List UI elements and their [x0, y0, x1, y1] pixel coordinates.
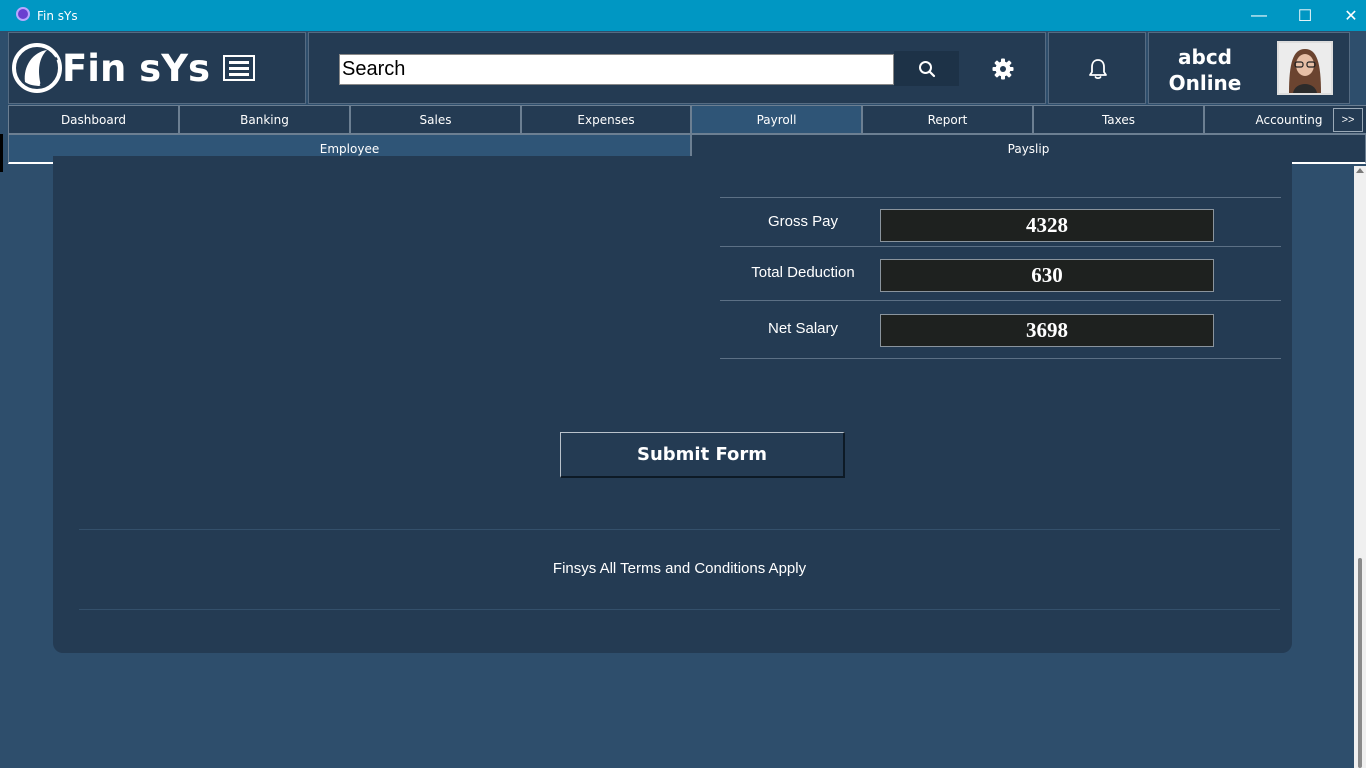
menu-icon-bar [229, 72, 249, 76]
settings-button[interactable] [987, 53, 1019, 85]
menu-button[interactable] [223, 55, 255, 81]
tab-dashboard[interactable]: Dashboard [8, 105, 179, 134]
tab-payroll[interactable]: Payroll [691, 105, 862, 134]
tab-banking[interactable]: Banking [179, 105, 350, 134]
main-tabs: Dashboard Banking Sales Expenses Payroll… [8, 105, 1366, 134]
logo-panel: Fin sYs [8, 32, 306, 104]
divider [720, 197, 1281, 198]
footer-divider [79, 529, 1280, 530]
tabs-more-button[interactable]: >> [1333, 108, 1363, 132]
submit-form-button[interactable]: Submit Form [560, 432, 845, 478]
user-name: abcd [1178, 45, 1232, 69]
app-header: Fin sYs Search abcd Online [0, 31, 1366, 104]
notifications-button[interactable] [1082, 53, 1114, 85]
user-status: Online [1168, 71, 1242, 95]
total-deduction-field[interactable]: 630 [880, 259, 1214, 292]
window-titlebar: Fin sYs — ☐ ✕ [0, 0, 1366, 31]
net-salary-field[interactable]: 3698 [880, 314, 1214, 347]
scrollbar-thumb[interactable] [1358, 558, 1362, 768]
logo-text: Fin sYs [62, 47, 211, 90]
maximize-button[interactable]: ☐ [1282, 0, 1328, 31]
tab-report[interactable]: Report [862, 105, 1033, 134]
vertical-scrollbar[interactable] [1354, 166, 1366, 768]
avatar-image [1279, 43, 1331, 93]
divider [720, 300, 1281, 301]
gear-icon [992, 58, 1014, 80]
main-content: Gross Pay 4328 Total Deduction 630 Net S… [12, 156, 1352, 768]
notifications-panel [1048, 32, 1146, 104]
divider [720, 358, 1281, 359]
search-button[interactable] [894, 51, 959, 86]
gross-pay-field[interactable]: 4328 [880, 209, 1214, 242]
tab-expenses[interactable]: Expenses [521, 105, 691, 134]
total-deduction-label: Total Deduction [751, 264, 855, 281]
bell-icon [1089, 59, 1107, 80]
search-input[interactable] [339, 54, 894, 85]
footer-divider [79, 609, 1280, 610]
search-icon [918, 60, 935, 77]
avatar[interactable] [1277, 41, 1333, 95]
footer-text: Finsys All Terms and Conditions Apply [552, 560, 807, 577]
minimize-button[interactable]: — [1236, 0, 1282, 31]
app-icon [16, 7, 30, 21]
tab-sales[interactable]: Sales [350, 105, 521, 134]
net-salary-label: Net Salary [767, 320, 839, 337]
user-panel: abcd Online [1148, 32, 1350, 104]
menu-icon-bar [229, 66, 249, 70]
gross-pay-label: Gross Pay [767, 213, 839, 230]
window-title: Fin sYs [37, 9, 78, 23]
scroll-up-arrow-icon[interactable] [1356, 168, 1364, 173]
window-edge [0, 134, 3, 172]
close-button[interactable]: ✕ [1328, 0, 1366, 31]
form-card: Gross Pay 4328 Total Deduction 630 Net S… [53, 156, 1292, 653]
divider [720, 246, 1281, 247]
logo-icon [12, 43, 62, 93]
search-panel [308, 32, 1046, 104]
menu-icon-bar [229, 60, 249, 64]
tab-taxes[interactable]: Taxes [1033, 105, 1204, 134]
